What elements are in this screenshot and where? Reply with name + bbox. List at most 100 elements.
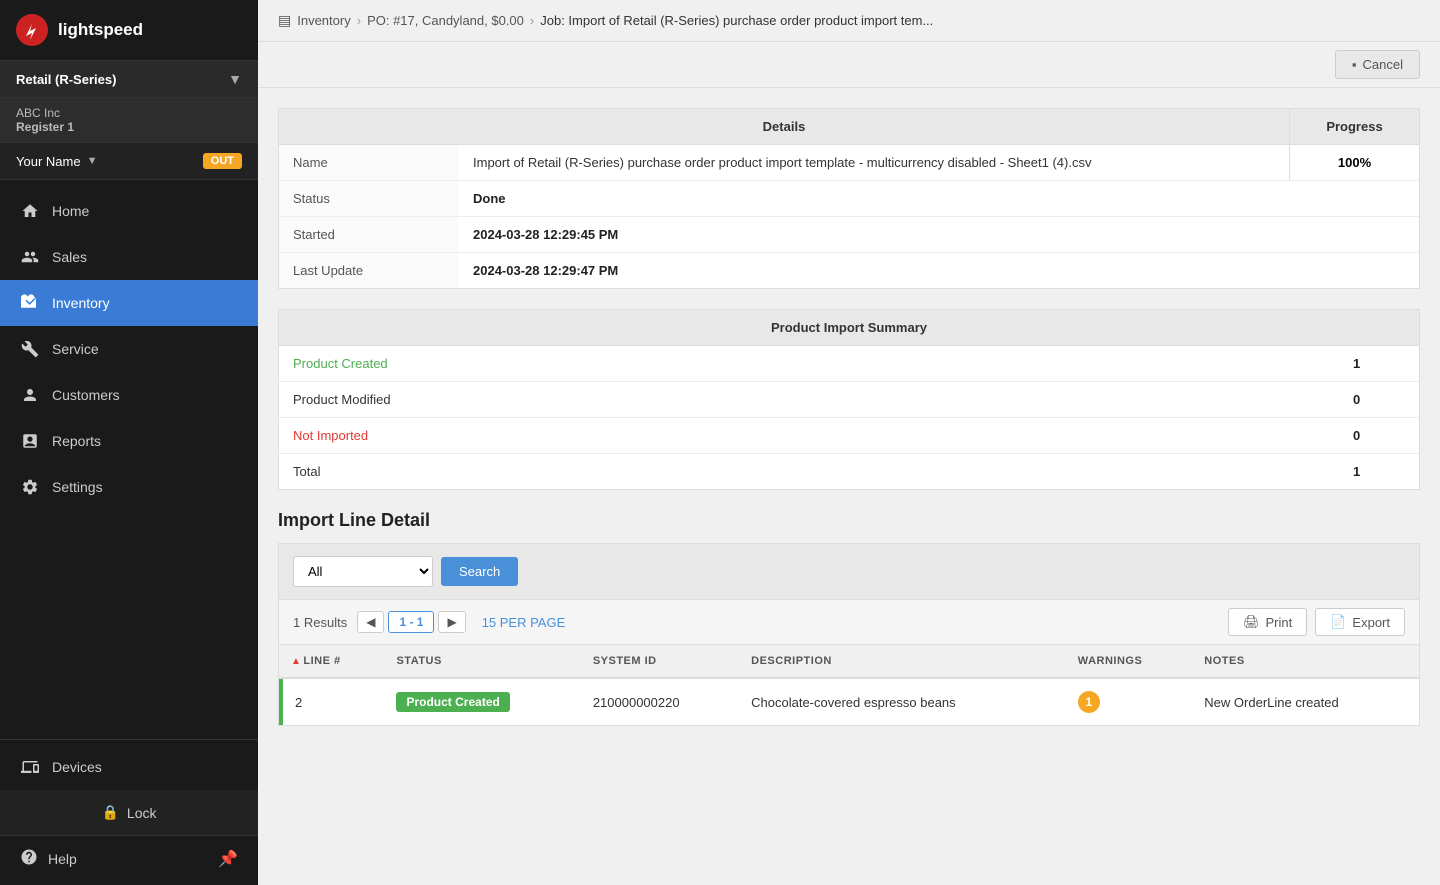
lock-button[interactable]: 🔒 Lock [0,790,258,835]
cell-warnings: 1 [1066,678,1193,726]
summary-row-total: Total 1 [279,454,1419,489]
company-name: ABC Inc [16,106,242,120]
data-table: ▲LINE # STATUS SYSTEM ID DESCRIPTION WAR… [278,644,1420,726]
lock-icon: 🔒 [101,804,118,821]
per-page-link[interactable]: 15 PER PAGE [482,615,566,630]
details-header: Details [279,109,1289,145]
help-label: Help [48,851,77,867]
sidebar-item-inventory[interactable]: Inventory [0,280,258,326]
next-page-button[interactable]: ▶ [438,611,465,633]
customers-icon [20,385,40,405]
col-warnings: WARNINGS [1066,645,1193,679]
breadcrumb-job: Job: Import of Retail (R-Series) purchas… [540,13,933,28]
sidebar-item-devices[interactable]: Devices [0,744,258,790]
help-icon [20,848,38,869]
export-button[interactable]: 📄 Export [1315,608,1405,636]
register-name: Register 1 [16,120,242,134]
pin-icon: 📌 [218,849,238,869]
total-value: 1 [1339,454,1419,489]
warning-badge: 1 [1078,691,1100,713]
print-button[interactable]: 🖨 Print [1228,608,1307,636]
details-row-lastupdate: Last Update 2024-03-28 12:29:47 PM [279,253,1419,288]
sidebar-item-reports[interactable]: Reports [0,418,258,464]
details-row-name: Name Import of Retail (R-Series) purchas… [279,145,1419,181]
register-info: ABC Inc Register 1 [0,98,258,143]
user-info[interactable]: Your Name ▼ OUT [0,143,258,180]
service-icon [20,339,40,359]
search-button[interactable]: Search [441,557,518,586]
sidebar-item-home[interactable]: Home [0,188,258,234]
progress-value: 100% [1289,145,1419,180]
store-selector[interactable]: Retail (R-Series) ▼ [0,61,258,98]
export-icon: 📄 [1330,614,1346,630]
customers-label: Customers [52,387,120,403]
details-row-status: Status Done [279,181,1419,217]
user-name: Your Name [16,154,81,169]
breadcrumb-icon: ▤ [278,12,291,29]
home-label: Home [52,203,89,219]
reports-icon [20,431,40,451]
sidebar: lightspeed Retail (R-Series) ▼ ABC Inc R… [0,0,258,885]
settings-icon [20,477,40,497]
page-current: 1 - 1 [388,611,434,633]
print-label: Print [1266,615,1293,630]
reports-label: Reports [52,433,101,449]
col-description: DESCRIPTION [739,645,1066,679]
sales-icon [20,247,40,267]
prev-page-button[interactable]: ◀ [357,611,384,633]
product-created-label: Product Created [279,346,1339,381]
sidebar-item-service[interactable]: Service [0,326,258,372]
toolbar: ▪ Cancel [258,42,1440,88]
filter-bar: All Product Created Product Modified Not… [278,543,1420,599]
name-label: Name [279,145,459,180]
sidebar-logo: lightspeed [0,0,258,61]
cancel-button[interactable]: ▪ Cancel [1335,50,1420,79]
table-row: 2 Product Created 210000000220 Chocolate… [279,678,1420,726]
inventory-label: Inventory [52,295,110,311]
not-imported-label: Not Imported [279,418,1339,453]
total-label: Total [279,454,1339,489]
breadcrumb: ▤ Inventory › PO: #17, Candyland, $0.00 … [258,0,1440,42]
progress-header: Progress [1289,109,1419,145]
user-dropdown-icon: ▼ [87,155,98,167]
cancel-icon: ▪ [1352,57,1357,72]
cell-status: Product Created [384,678,580,726]
import-line-title: Import Line Detail [278,510,1420,531]
summary-header: Product Import Summary [279,310,1420,346]
summary-row-modified: Product Modified 0 [279,382,1419,418]
content-area: Details Progress Name Import of Retail (… [258,88,1440,885]
sidebar-item-customers[interactable]: Customers [0,372,258,418]
name-value: Import of Retail (R-Series) purchase ord… [459,145,1289,180]
cell-notes: New OrderLine created [1192,678,1419,726]
started-value: 2024-03-28 12:29:45 PM [459,217,1419,252]
sidebar-item-sales[interactable]: Sales [0,234,258,280]
col-status: STATUS [384,645,580,679]
results-bar: 1 Results ◀ 1 - 1 ▶ 15 PER PAGE 🖨 Print … [278,599,1420,644]
sidebar-bottom: Devices 🔒 Lock Help 📌 [0,739,258,885]
results-actions: 🖨 Print 📄 Export [1228,608,1405,636]
print-icon: 🖨 [1243,614,1260,630]
col-notes: NOTES [1192,645,1419,679]
summary-row-created: Product Created 1 [279,346,1419,382]
service-label: Service [52,341,99,357]
started-label: Started [279,217,459,252]
main-content: ▤ Inventory › PO: #17, Candyland, $0.00 … [258,0,1440,885]
table-header-row: ▲LINE # STATUS SYSTEM ID DESCRIPTION WAR… [279,645,1420,679]
breadcrumb-po[interactable]: PO: #17, Candyland, $0.00 [367,13,524,28]
lastupdate-value: 2024-03-28 12:29:47 PM [459,253,1419,288]
summary-row-not-imported: Not Imported 0 [279,418,1419,454]
export-label: Export [1352,615,1390,630]
product-created-value: 1 [1339,346,1419,381]
sales-label: Sales [52,249,87,265]
help-row[interactable]: Help 📌 [0,835,258,881]
search-label: Search [459,564,500,579]
details-table: Details Progress Name Import of Retail (… [278,108,1420,289]
cell-systemid: 210000000220 [581,678,739,726]
sidebar-item-settings[interactable]: Settings [0,464,258,510]
filter-select[interactable]: All Product Created Product Modified Not… [293,556,433,587]
pagination: ◀ 1 - 1 ▶ [357,611,465,633]
breadcrumb-inventory[interactable]: Inventory [297,13,350,28]
results-count: 1 Results [293,615,347,630]
status-value: Done [459,181,1419,216]
product-modified-value: 0 [1339,382,1419,417]
